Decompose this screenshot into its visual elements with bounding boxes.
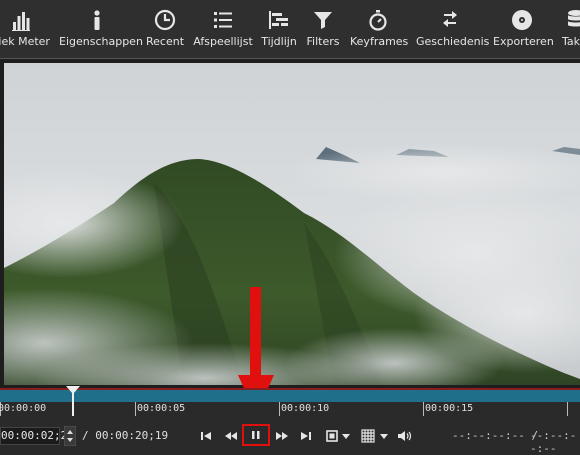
skip-end-icon <box>301 432 311 440</box>
playhead-marker[interactable] <box>66 386 80 416</box>
toolbar-recent[interactable]: Recent <box>143 4 187 54</box>
toolbar-timeline[interactable]: Tijdlijn <box>260 4 298 54</box>
disc-icon <box>493 4 551 32</box>
rewind-button[interactable] <box>222 427 240 445</box>
timeline-tick <box>135 402 136 416</box>
timeline-tick-label: 00:00:05 <box>137 403 186 414</box>
skip-to-start-button[interactable] <box>197 427 215 445</box>
volume-icon <box>398 431 412 441</box>
grid-button[interactable] <box>359 427 377 445</box>
rewind-icon <box>225 432 237 440</box>
toolbar-export[interactable]: Exporteren <box>493 4 554 54</box>
toolbar-label: Recent <box>145 35 185 48</box>
zoom-dropdown[interactable] <box>340 427 352 445</box>
database-icon <box>562 4 580 32</box>
pause-button[interactable] <box>242 424 270 446</box>
history-icon <box>416 4 484 32</box>
toolbar-label: Exporteren <box>493 35 554 48</box>
stopwatch-icon <box>350 4 406 32</box>
peak-meter-icon <box>0 4 50 32</box>
transport-bar: 00:00:02;25 / 00:00:20;19 --:--:--:-- / … <box>0 418 580 455</box>
volume-button[interactable] <box>396 427 414 445</box>
toolbar-label: Keyframes <box>350 35 409 48</box>
toolbar-label: Tak <box>562 35 580 48</box>
fast-forward-button[interactable] <box>273 427 291 445</box>
zoom-fit-icon <box>326 430 338 442</box>
out-point-timecode: --:--:--:-- <box>530 429 577 455</box>
timecode-spinner[interactable] <box>64 426 76 446</box>
toolbar-label: Afspeellijst <box>193 35 253 48</box>
timeline-tick <box>423 402 424 416</box>
timeline-tick-label: 00:00:15 <box>425 403 474 414</box>
timeline-tick <box>279 402 280 416</box>
toolbar-filters[interactable]: Filters <box>305 4 341 54</box>
toolbar-properties[interactable]: Eigenschappen <box>59 4 143 54</box>
toolbar-label: Tijdlijn <box>261 35 297 48</box>
grid-dropdown[interactable] <box>378 427 390 445</box>
timeline-scrub-bar[interactable] <box>0 388 580 402</box>
toolbar-history[interactable]: Geschiedenis <box>416 4 490 54</box>
in-point-timecode: --:--:--:-- / <box>452 429 539 442</box>
timeline-tick-label: 00:00:10 <box>281 403 330 414</box>
zoom-fit-button[interactable] <box>323 427 341 445</box>
fast-forward-icon <box>276 432 288 440</box>
pause-icon <box>252 431 260 439</box>
timeline-tick-label: 00:00:00 <box>0 403 47 414</box>
main-toolbar: Piek Meter Eigenschappen Recent Afspeell… <box>0 0 580 58</box>
chevron-down-icon <box>380 434 388 439</box>
clock-icon <box>143 4 187 32</box>
current-timecode-input[interactable]: 00:00:02;25 <box>0 427 74 445</box>
info-icon <box>59 4 135 32</box>
video-frame-mountain[interactable] <box>4 63 580 385</box>
toolbar-peak-meter[interactable]: Piek Meter <box>0 4 50 54</box>
toolbar-label: Filters <box>306 35 340 48</box>
toolbar-playlist[interactable]: Afspeellijst <box>193 4 253 54</box>
skip-start-icon <box>201 432 211 440</box>
chevron-down-icon <box>342 434 350 439</box>
skip-to-end-button[interactable] <box>297 427 315 445</box>
timeline-icon <box>260 4 298 32</box>
total-duration: / 00:00:20;19 <box>82 429 169 442</box>
timeline-ruler[interactable]: 00:00:00 00:00:05 00:00:10 00:00:15 <box>0 386 580 416</box>
timeline-ticks: 00:00:00 00:00:05 00:00:10 00:00:15 <box>0 402 580 416</box>
timeline-tick <box>567 402 568 416</box>
video-preview-panel <box>0 58 580 415</box>
list-icon <box>193 4 253 32</box>
toolbar-jobs[interactable]: Tak <box>562 4 580 54</box>
toolbar-label: Geschiedenis <box>416 35 490 48</box>
toolbar-keyframes[interactable]: Keyframes <box>350 4 409 54</box>
toolbar-label: Eigenschappen <box>59 35 143 48</box>
current-timecode-text: 00:00:02;25 <box>1 429 74 442</box>
toolbar-label: Piek Meter <box>0 35 50 48</box>
grid-icon <box>361 429 375 443</box>
filter-icon <box>305 4 341 32</box>
